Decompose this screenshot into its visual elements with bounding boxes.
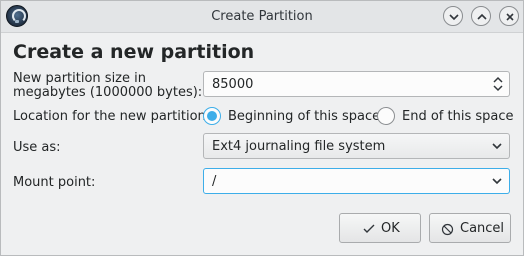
close-button[interactable] xyxy=(499,6,519,26)
chevron-up-icon xyxy=(477,13,487,20)
maximize-button[interactable] xyxy=(471,6,491,26)
create-partition-dialog: Create Partition Create a new partition … xyxy=(0,0,524,256)
title-bar[interactable]: Create Partition xyxy=(1,1,523,33)
minimize-button[interactable] xyxy=(443,6,463,26)
cancel-button[interactable]: Cancel xyxy=(429,213,511,243)
chevron-down-icon xyxy=(492,143,502,150)
filesystem-value: Ext4 journaling file system xyxy=(212,139,386,154)
radio-beginning[interactable] xyxy=(203,107,221,125)
radio-end[interactable] xyxy=(377,107,395,125)
partition-size-spinbox[interactable]: 85000 xyxy=(203,71,510,97)
ok-button[interactable]: OK xyxy=(339,213,421,243)
radio-end-label[interactable]: End of this space xyxy=(402,109,514,124)
location-label: Location for the new partition: xyxy=(13,109,211,124)
use-as-label: Use as: xyxy=(13,140,61,155)
mount-point-label: Mount point: xyxy=(13,175,96,190)
checkmark-icon xyxy=(363,224,375,233)
radio-beginning-label[interactable]: Beginning of this space xyxy=(228,109,380,124)
mount-point-value: / xyxy=(212,174,217,189)
close-icon xyxy=(506,13,514,21)
size-label-line2: megabytes (1000000 bytes): xyxy=(13,85,203,100)
chevron-down-icon xyxy=(449,14,459,21)
mount-point-combobox[interactable]: / xyxy=(203,168,510,194)
cancel-label: Cancel xyxy=(460,221,505,236)
chevron-down-icon[interactable] xyxy=(491,177,503,187)
partition-size-value: 85000 xyxy=(212,77,254,92)
dialog-heading: Create a new partition xyxy=(13,41,255,63)
ok-label: OK xyxy=(381,221,400,236)
size-label-line1: New partition size in xyxy=(13,71,146,86)
cancel-icon xyxy=(441,223,454,236)
filesystem-combobox[interactable]: Ext4 journaling file system xyxy=(203,133,510,159)
spin-arrows-icon[interactable] xyxy=(492,75,504,93)
